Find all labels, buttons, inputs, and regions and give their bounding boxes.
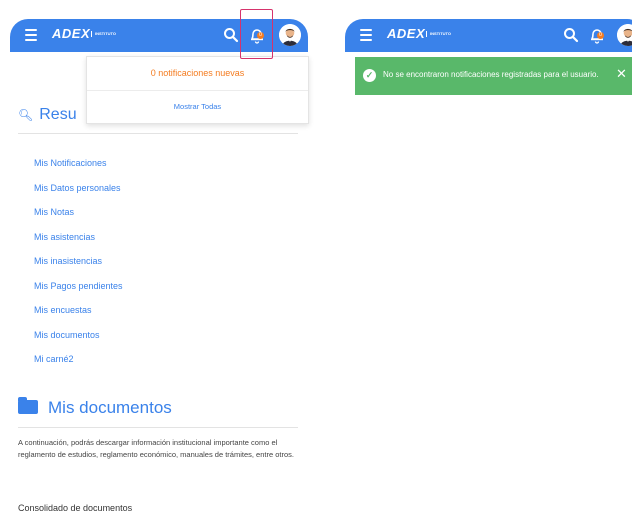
documents-section-title: Mis documentos [18,397,172,418]
close-icon[interactable]: ✕ [616,67,627,80]
search-icon[interactable] [223,27,239,43]
brand-subtitle: INSTITUTO [91,31,116,37]
menu-item-carne[interactable]: Mi carné2 [34,352,123,377]
consolidated-documents-heading: Consolidado de documentos [18,503,133,513]
menu-item-notificaciones[interactable]: Mis Notificaciones [34,156,123,181]
summary-section-title: 🔍︎ Resu [18,106,77,123]
search-icon[interactable] [563,27,579,43]
menu-item-datos-personales[interactable]: Mis Datos personales [34,181,123,206]
left-panel: ADEX INSTITUTO 0 🔍︎ Resu Mis Notificacio… [0,0,320,518]
menu-item-documentos[interactable]: Mis documentos [34,328,123,353]
notifications-dropdown: 0 notificaciones nuevas Mostrar Todas [86,56,309,124]
top-navbar: ADEX INSTITUTO 0 [345,19,632,52]
hamburger-menu-icon[interactable] [360,29,372,41]
notifications-count-text: 0 notificaciones nuevas [87,57,308,91]
student-menu: Mis Notificaciones Mis Datos personales … [34,156,123,377]
menu-item-encuestas[interactable]: Mis encuestas [34,303,123,328]
user-avatar[interactable] [617,24,632,46]
menu-item-inasistencias[interactable]: Mis inasistencias [34,254,123,279]
alert-message: No se encontraron notificaciones registr… [383,70,599,79]
menu-item-pagos-pendientes[interactable]: Mis Pagos pendientes [34,279,123,304]
brand-subtitle: INSTITUTO [426,31,451,37]
menu-item-asistencias[interactable]: Mis asistencias [34,230,123,255]
folder-icon [18,397,38,414]
check-circle-icon: ✓ [363,69,376,82]
hamburger-menu-icon[interactable] [25,29,37,41]
brand-logo[interactable]: ADEX [52,26,90,41]
documents-description: A continuación, podrás descargar informa… [18,438,294,459]
notification-badge: 0 [597,32,604,39]
no-notifications-alert: ✓ No se encontraron notificaciones regis… [355,57,632,95]
magnifier-icon: 🔍︎ [18,108,34,122]
right-panel: ADEX INSTITUTO 0 ✓ No se encontraron not… [345,0,632,518]
brand-logo[interactable]: ADEX [387,26,425,41]
divider [18,133,298,134]
show-all-notifications-link[interactable]: Mostrar Todas [87,91,308,123]
bell-highlight-box [240,9,273,59]
user-avatar[interactable] [279,24,301,46]
divider [18,427,298,428]
notifications-bell-button[interactable]: 0 [588,27,606,45]
menu-item-notas[interactable]: Mis Notas [34,205,123,230]
